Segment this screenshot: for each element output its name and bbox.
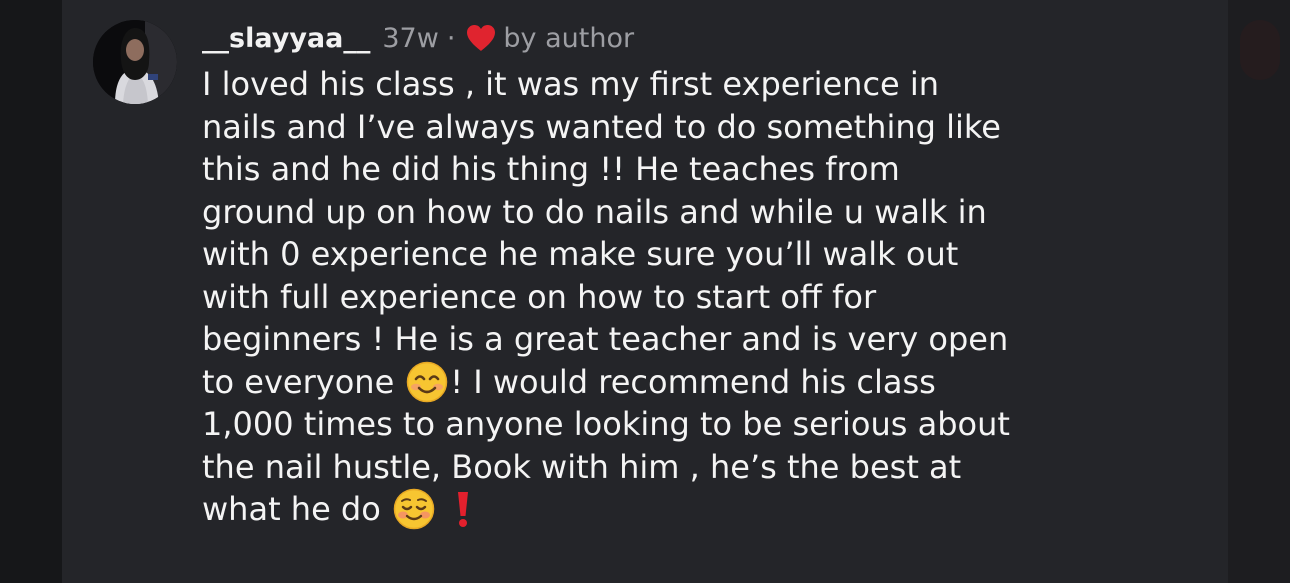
comment-line: the nail hustle, Book with him , he’s th… <box>202 447 962 486</box>
comment-line: with 0 experience he make sure you’ll wa… <box>202 235 959 273</box>
comment-line: 1,000 times to anyone looking to be seri… <box>202 405 1010 443</box>
comment-header: __slayyaa__ 37w · by author <box>202 14 1102 62</box>
comment-last-line: what he do <box>202 488 1102 531</box>
comment-text-segment: what he do <box>202 490 381 528</box>
red-exclamation-mark-icon <box>453 488 473 530</box>
comment-text-segment: ! I would recommend his class <box>450 362 936 401</box>
comment: __slayyaa__ 37w · by author I loved his … <box>202 14 1102 531</box>
heart-icon <box>465 23 497 53</box>
comment-line: I loved his class , it was my first expe… <box>202 65 940 103</box>
comment-line: with full experience on how to start off… <box>202 277 877 316</box>
liked-by-author-label: by author <box>503 22 635 54</box>
right-background-edge <box>1228 0 1290 583</box>
left-background-edge <box>0 0 62 583</box>
timestamp[interactable]: 37w <box>382 23 438 54</box>
separator-dot: · <box>446 22 456 54</box>
username[interactable]: __slayyaa__ <box>202 23 370 54</box>
comment-line: this and he did his thing !! He teaches … <box>202 150 900 188</box>
avatar[interactable] <box>93 20 177 104</box>
comment-text-segment: to everyone <box>202 362 395 401</box>
smiling-face-with-smiling-eyes-emoji <box>406 361 448 403</box>
comment-line: beginners ! He is a great teacher and is… <box>202 320 1009 358</box>
smiling-face-emoji <box>393 488 435 530</box>
comment-line: ground up on how to do nails and while u… <box>202 192 987 231</box>
comment-line-with-emoji: to everyone ! I would recommend his clas… <box>202 361 1102 404</box>
comment-body: I loved his class , it was my first expe… <box>202 63 1102 531</box>
avatar-image <box>93 20 177 104</box>
comment-line: nails and I’ve always wanted to do somet… <box>202 107 1001 146</box>
right-edge-highlight <box>1240 20 1280 80</box>
